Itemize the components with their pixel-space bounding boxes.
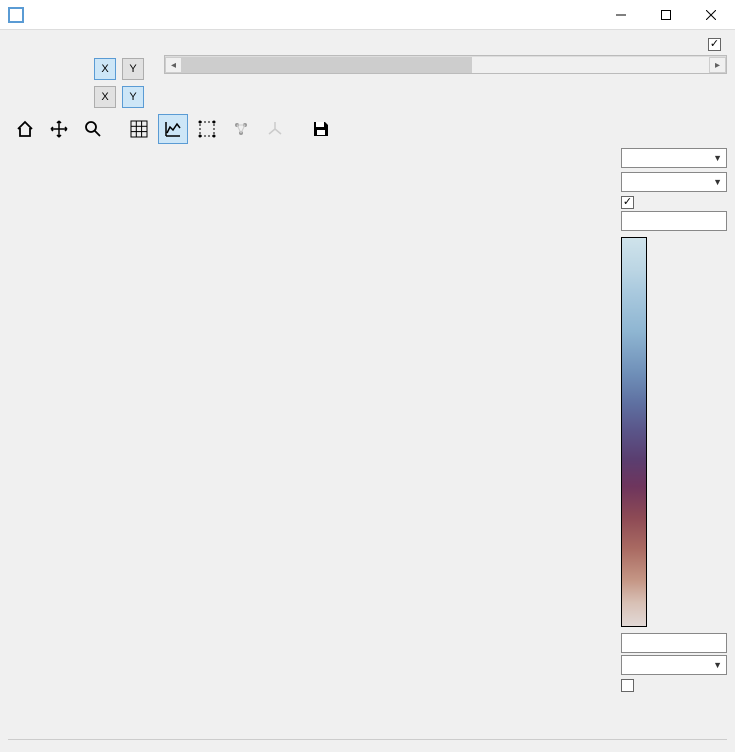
colorbar xyxy=(621,237,647,627)
nonortho-button[interactable] xyxy=(226,114,256,144)
close-button[interactable] xyxy=(688,0,733,30)
save-button[interactable] xyxy=(306,114,336,144)
check-icon: ✓ xyxy=(621,196,634,209)
lineplots-button[interactable] xyxy=(158,114,188,144)
reverse-checkbox[interactable]: ✓ xyxy=(621,194,727,209)
colorbar-min-input[interactable] xyxy=(621,633,727,653)
scroll-left-arrow[interactable]: ◂ xyxy=(165,57,182,73)
axis-spectrum-x-button[interactable]: X xyxy=(94,86,116,108)
status-bar xyxy=(8,739,727,750)
axis-selectors: X Y X Y xyxy=(8,36,158,108)
caret-down-icon: ▼ xyxy=(713,177,722,187)
titlebar xyxy=(0,0,735,30)
caret-down-icon: ▼ xyxy=(713,660,722,670)
scale-select[interactable]: ▼ xyxy=(621,655,727,675)
colormap-select[interactable]: ▼ xyxy=(621,172,727,192)
pan-button[interactable] xyxy=(44,114,74,144)
check-icon: ✓ xyxy=(708,38,721,51)
caret-down-icon: ▼ xyxy=(713,153,722,163)
maximize-button[interactable] xyxy=(643,0,688,30)
normalization-select[interactable]: ▼ xyxy=(621,148,727,168)
table-hscrollbar[interactable]: ◂ ▸ xyxy=(165,56,726,73)
axis-tof-x-button[interactable]: X xyxy=(94,58,116,80)
scroll-right-arrow[interactable]: ▸ xyxy=(709,57,726,73)
grid-button[interactable] xyxy=(124,114,154,144)
zoom-button[interactable] xyxy=(78,114,108,144)
axis-tof-y-button[interactable]: Y xyxy=(122,58,144,80)
peaks-button[interactable] xyxy=(260,114,290,144)
slice-plot[interactable] xyxy=(8,146,615,739)
home-button[interactable] xyxy=(10,114,40,144)
colorbar-max-input[interactable] xyxy=(621,211,727,231)
track-cursor-checkbox[interactable]: ✓ xyxy=(708,38,725,51)
checkbox-empty-icon xyxy=(621,679,634,692)
roi-button[interactable] xyxy=(192,114,222,144)
autoscale-checkbox[interactable] xyxy=(621,677,727,692)
scroll-thumb[interactable] xyxy=(182,57,472,73)
axis-spectrum-y-button[interactable]: Y xyxy=(122,86,144,108)
plot-toolbar xyxy=(8,108,727,146)
minimize-button[interactable] xyxy=(598,0,643,30)
app-icon xyxy=(8,7,24,23)
cursor-info-table: ◂ ▸ xyxy=(164,55,727,74)
